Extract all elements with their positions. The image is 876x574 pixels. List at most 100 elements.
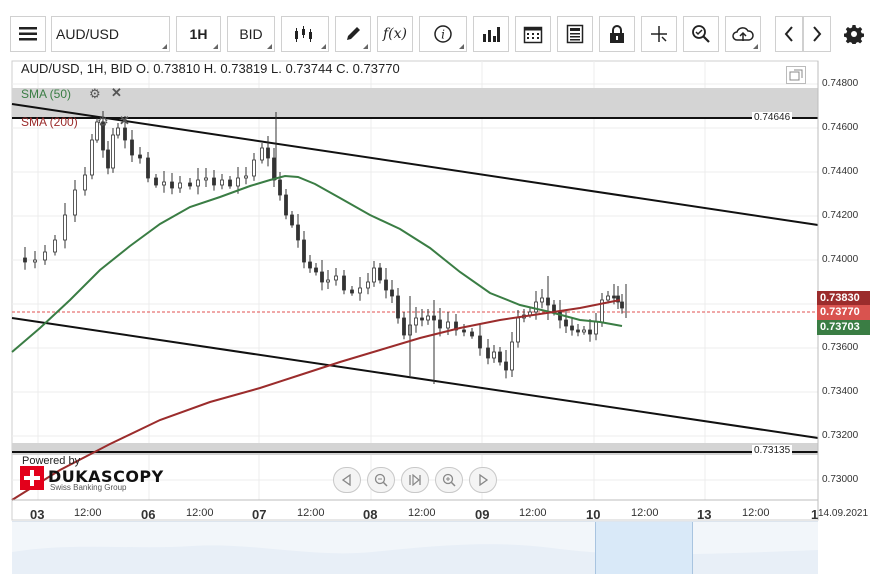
navigator-preview: [12, 544, 818, 574]
price-side-selector[interactable]: BID: [227, 16, 275, 52]
candle-body: [396, 295, 400, 319]
combo-arrow-icon: [363, 44, 368, 49]
candle-body: [162, 181, 166, 186]
sma-200-price-tag: 0.73830: [817, 291, 870, 306]
sma-50-legend[interactable]: SMA (50): [21, 87, 71, 101]
menu-button[interactable]: [10, 16, 46, 52]
scroll-left-button[interactable]: [775, 16, 803, 52]
swiss-cross-icon: [20, 466, 44, 490]
candle-body: [196, 179, 200, 187]
pan-left-button[interactable]: [333, 467, 361, 493]
candle-body: [23, 257, 27, 263]
symbol-selector[interactable]: AUD/USD: [51, 16, 170, 52]
candle-body: [606, 295, 610, 301]
time-axis-hour-label: 12:00: [519, 507, 547, 519]
candle-body: [116, 127, 120, 136]
maximize-chart-button[interactable]: [786, 66, 806, 84]
candle-body: [558, 311, 562, 321]
candle-body: [106, 149, 110, 169]
candle-body: [296, 224, 300, 241]
triangle-right-icon: [479, 474, 489, 486]
candle-body: [314, 267, 318, 273]
candle-body: [130, 139, 134, 156]
candle-body: [414, 317, 418, 326]
time-axis-day-label: 09: [475, 507, 490, 522]
time-axis-hour-label: 12:00: [297, 507, 325, 519]
upper-resistance-zone: [12, 88, 818, 118]
candle-body: [63, 214, 67, 241]
zoom-button[interactable]: [683, 16, 719, 52]
zoom-out-button[interactable]: [367, 467, 395, 493]
candle-body: [260, 147, 264, 161]
candle-body: [492, 351, 496, 359]
combo-arrow-icon: [753, 44, 758, 49]
candle-body: [350, 289, 354, 294]
price-axis-label: 0.73000: [822, 474, 859, 485]
candle-body: [33, 259, 37, 263]
info-icon: i: [434, 25, 452, 43]
timeframe-value: 1H: [189, 26, 208, 42]
candle-body: [284, 194, 288, 216]
navigator-window[interactable]: [595, 522, 693, 574]
crosshair-icon: [651, 26, 667, 42]
chevron-left-icon: [784, 26, 793, 42]
time-axis-day-label: 06: [141, 507, 156, 522]
chart-type-button[interactable]: [281, 16, 329, 52]
gear-icon[interactable]: ⚙: [89, 86, 101, 102]
combo-arrow-icon: [321, 44, 326, 49]
indicators-button[interactable]: f(x): [377, 16, 413, 52]
candle-body: [252, 159, 256, 177]
lock-button[interactable]: [599, 16, 635, 52]
timeframe-selector[interactable]: 1H: [176, 16, 221, 52]
close-icon[interactable]: ✕: [119, 113, 130, 129]
scroll-right-button[interactable]: [803, 16, 831, 52]
candle-body: [462, 329, 466, 333]
time-axis-day-label: 13: [697, 507, 712, 522]
candle-body: [308, 261, 312, 269]
zoom-in-button[interactable]: [435, 467, 463, 493]
info-button[interactable]: i: [419, 16, 467, 52]
combo-arrow-icon: [162, 44, 167, 49]
cloud-upload-icon: [732, 27, 754, 41]
pencil-icon: [347, 27, 360, 40]
candle-body: [534, 301, 538, 313]
reset-view-button[interactable]: [401, 467, 429, 493]
candle-body: [504, 361, 508, 371]
dukascopy-logo: DUKASCOPY Swiss Banking Group: [20, 465, 163, 493]
drawing-button[interactable]: [335, 16, 371, 52]
candle-body: [576, 329, 580, 333]
candle-body: [236, 177, 240, 187]
time-axis-hour-label: 12:00: [631, 507, 659, 519]
close-icon[interactable]: ✕: [111, 85, 122, 101]
zoom-out-icon: [374, 473, 388, 487]
share-button[interactable]: [725, 16, 761, 52]
chart-navigator[interactable]: [12, 521, 818, 574]
volume-button[interactable]: [473, 16, 509, 52]
candle-type-icon: [295, 26, 312, 42]
combo-arrow-icon: [459, 44, 464, 49]
price-chart[interactable]: [0, 60, 876, 521]
candle-body: [266, 147, 270, 159]
candle-body: [510, 341, 514, 371]
candle-body: [358, 287, 362, 294]
settings-button[interactable]: [838, 16, 870, 52]
lower-level-label: 0.73135: [752, 445, 793, 456]
candle-body: [420, 317, 424, 321]
crosshair-button[interactable]: [641, 16, 677, 52]
candle-body: [146, 157, 150, 179]
gear-icon[interactable]: ⚙: [97, 114, 109, 130]
svg-text:i: i: [441, 28, 445, 42]
news-button[interactable]: [557, 16, 593, 52]
chart-navigation: [333, 467, 497, 493]
price-axis-label: 0.73600: [822, 342, 859, 353]
function-icon: f(x): [382, 26, 407, 42]
upper-level-label: 0.74646: [752, 112, 793, 123]
symbol-value: AUD/USD: [56, 26, 120, 42]
sma-200-legend[interactable]: SMA (200): [21, 115, 78, 129]
candle-body: [384, 279, 388, 291]
current-price-tag: 0.73770: [817, 305, 870, 320]
pan-right-button[interactable]: [469, 467, 497, 493]
price-axis-label: 0.73200: [822, 430, 859, 441]
calendar-button[interactable]: [515, 16, 551, 52]
candle-body: [178, 182, 182, 189]
